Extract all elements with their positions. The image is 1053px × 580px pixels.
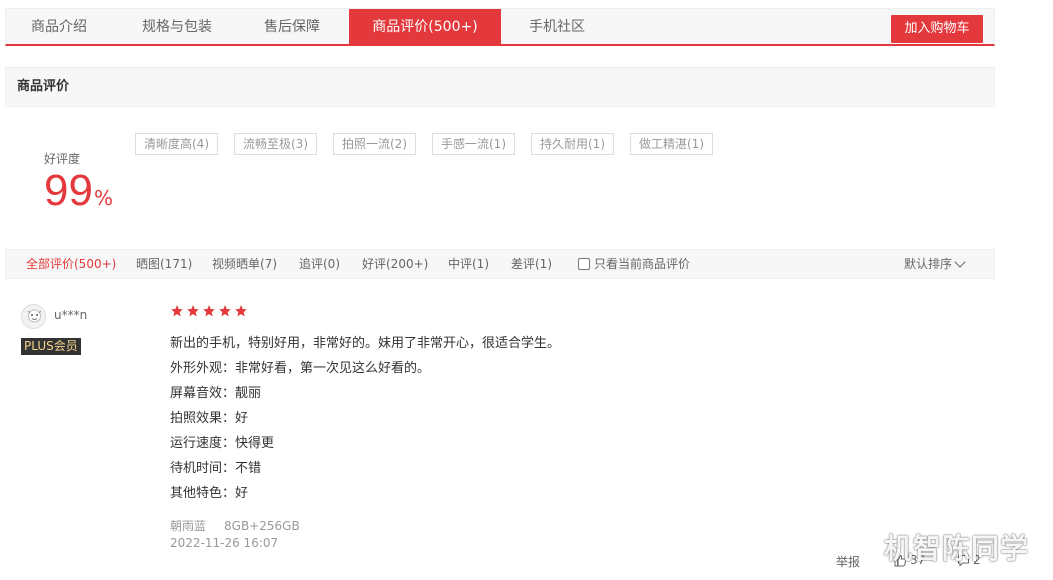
star-icon: [235, 305, 247, 317]
plus-member-badge: PLUS会员: [21, 338, 81, 355]
review-line: 运行速度：快得更: [170, 436, 275, 451]
tab-after-sales[interactable]: 售后保障: [242, 9, 342, 45]
review-tag[interactable]: 持久耐用(1): [531, 133, 614, 155]
chevron-down-icon: [954, 255, 966, 268]
review-line: 新出的手机，特别好用，非常好的。妹用了非常开心，很适合学生。: [170, 336, 561, 351]
review-tag[interactable]: 流畅至极(3): [234, 133, 317, 155]
review-filter-bar: 全部评价(500+) 晒图(171) 视频晒单(7) 追评(0) 好评(200+…: [5, 249, 995, 279]
variant-storage: 8GB+256GB: [224, 519, 300, 533]
review-line: 待机时间：不错: [170, 461, 262, 476]
only-current-label: 只看当前商品评价: [594, 257, 691, 271]
review-date: 2022-11-26 16:07: [170, 536, 279, 550]
review-tag[interactable]: 拍照一流(2): [333, 133, 416, 155]
star-icon: [219, 305, 231, 317]
filter-negative[interactable]: 差评(1): [511, 250, 552, 278]
star-rating: [170, 304, 248, 318]
rating-percent-sign: %: [93, 186, 113, 210]
review-line: 其他特色：好: [170, 486, 249, 501]
product-tab-bar: 商品介绍 规格与包装 售后保障 商品评价(500+) 手机社区 加入购物车: [5, 8, 995, 46]
report-link[interactable]: 举报: [836, 553, 860, 570]
review-content: 新出的手机，特别好用，非常好的。妹用了非常开心，很适合学生。 外形外观：非常好看…: [170, 331, 560, 506]
section-title: 商品评价: [5, 67, 995, 107]
add-to-cart-button[interactable]: 加入购物车: [891, 15, 983, 43]
star-icon: [171, 305, 183, 317]
avatar-icon: [22, 305, 45, 328]
reviewer-username[interactable]: u***n: [54, 308, 87, 322]
rating-label: 好评度: [44, 152, 81, 166]
review-tag[interactable]: 做工精湛(1): [630, 133, 713, 155]
filter-photos[interactable]: 晒图(171): [136, 250, 192, 278]
avatar[interactable]: [21, 304, 46, 329]
rating-percent-number: 99: [44, 166, 93, 215]
review-tag[interactable]: 清晰度高(4): [135, 133, 218, 155]
sort-dropdown[interactable]: 默认排序: [903, 250, 966, 278]
only-current-checkbox[interactable]: [578, 258, 590, 270]
filter-all[interactable]: 全部评价(500+): [26, 250, 116, 278]
tab-phone-community[interactable]: 手机社区: [511, 9, 603, 45]
filter-positive[interactable]: 好评(200+): [362, 250, 428, 278]
review-tags: 清晰度高(4) 流畅至极(3) 拍照一流(2) 手感一流(1) 持久耐用(1) …: [135, 133, 729, 155]
star-icon: [187, 305, 199, 317]
star-icon: [203, 305, 215, 317]
review-line: 外形外观：非常好看，第一次见这么好看的。: [170, 361, 431, 376]
review-line: 屏幕音效：靓丽: [170, 386, 262, 401]
filter-followup[interactable]: 追评(0): [299, 250, 340, 278]
variant-color: 朝雨蓝: [170, 519, 207, 533]
tab-product-reviews[interactable]: 商品评价(500+): [349, 9, 501, 45]
purchased-variant: 朝雨蓝 8GB+256GB: [170, 517, 300, 534]
rating-value: 99%: [44, 167, 113, 225]
filter-videos[interactable]: 视频晒单(7): [212, 250, 277, 278]
review-line: 拍照效果：好: [170, 411, 249, 426]
review-tag[interactable]: 手感一流(1): [432, 133, 515, 155]
tab-specs-packaging[interactable]: 规格与包装: [122, 9, 232, 45]
filter-neutral[interactable]: 中评(1): [448, 250, 489, 278]
watermark-text: 机智陈同学: [884, 532, 1030, 565]
tab-product-intro[interactable]: 商品介绍: [6, 9, 112, 45]
sort-label: 默认排序: [903, 257, 952, 271]
only-current-product-toggle[interactable]: 只看当前商品评价: [578, 250, 690, 278]
